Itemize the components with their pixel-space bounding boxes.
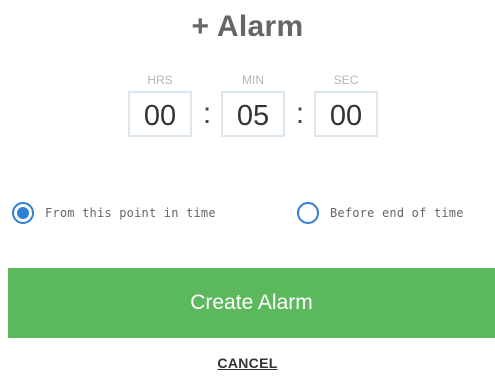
seconds-input[interactable]: 00 bbox=[314, 91, 378, 137]
radio-dot-icon bbox=[17, 207, 29, 219]
cancel-label: CANCEL bbox=[217, 355, 278, 371]
minutes-unit: MIN 05 bbox=[221, 72, 285, 137]
before-end-label: Before end of time bbox=[330, 206, 464, 220]
before-end-radio[interactable]: Before end of time bbox=[297, 198, 464, 228]
from-this-point-radio[interactable]: From this point in time bbox=[12, 198, 216, 228]
hours-input[interactable]: 00 bbox=[128, 91, 192, 137]
time-separator: : bbox=[295, 97, 305, 130]
add-alarm-dialog: + Alarm HRS 00 : MIN 05 : SEC 00 From th… bbox=[0, 0, 495, 379]
time-input-row: HRS 00 : MIN 05 : SEC 00 bbox=[0, 72, 495, 142]
seconds-caption: SEC bbox=[333, 73, 359, 87]
seconds-unit: SEC 00 bbox=[314, 72, 378, 137]
create-alarm-button[interactable]: Create Alarm bbox=[8, 268, 495, 338]
cancel-button[interactable]: CANCEL bbox=[0, 355, 495, 371]
hours-caption: HRS bbox=[147, 73, 173, 87]
radio-selected-icon bbox=[12, 202, 34, 224]
minutes-input[interactable]: 05 bbox=[221, 91, 285, 137]
alarm-mode-options: From this point in time Before end of ti… bbox=[0, 198, 495, 228]
dialog-title: + Alarm bbox=[191, 10, 304, 43]
minutes-caption: MIN bbox=[242, 73, 264, 87]
hours-unit: HRS 00 bbox=[128, 72, 192, 137]
create-alarm-label: Create Alarm bbox=[190, 291, 313, 314]
radio-unselected-icon bbox=[297, 202, 319, 224]
time-separator: : bbox=[202, 97, 212, 130]
from-this-point-label: From this point in time bbox=[45, 206, 216, 220]
